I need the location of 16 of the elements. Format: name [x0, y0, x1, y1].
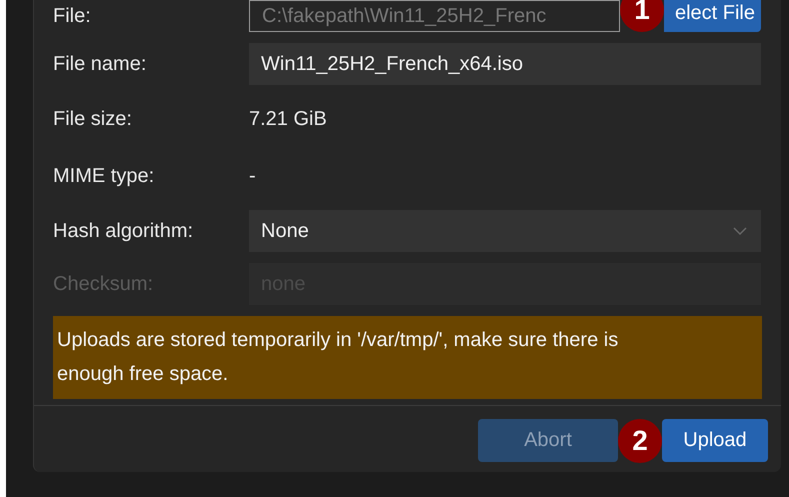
- field-label: File:: [53, 4, 92, 28]
- step-badge: 1: [620, 0, 664, 32]
- step-badge: 2: [618, 419, 662, 463]
- field-label: Hash algorithm:: [53, 220, 194, 242]
- field-label: File name:: [53, 52, 148, 76]
- field-value: 7.21 GiB: [249, 108, 328, 130]
- warning-message: Uploads are stored temporarily in '/var/tmp/', make sure there is enough free space.: [53, 316, 762, 399]
- field-label: MIME type:: [53, 164, 156, 188]
- field-label: File size:: [53, 108, 133, 130]
- field-value: -: [249, 164, 257, 188]
- dialog-button[interactable]: Upload: [662, 419, 768, 462]
- input-field[interactable]: Win11_25H2_French_x64.iso: [249, 43, 761, 85]
- select-file-button[interactable]: elect File: [664, 0, 761, 32]
- chevron-down-icon: [733, 227, 747, 235]
- file-path-field[interactable]: C:\fakepath\Win11_25H2_Frenc: [249, 0, 620, 32]
- dropdown[interactable]: None: [249, 210, 761, 252]
